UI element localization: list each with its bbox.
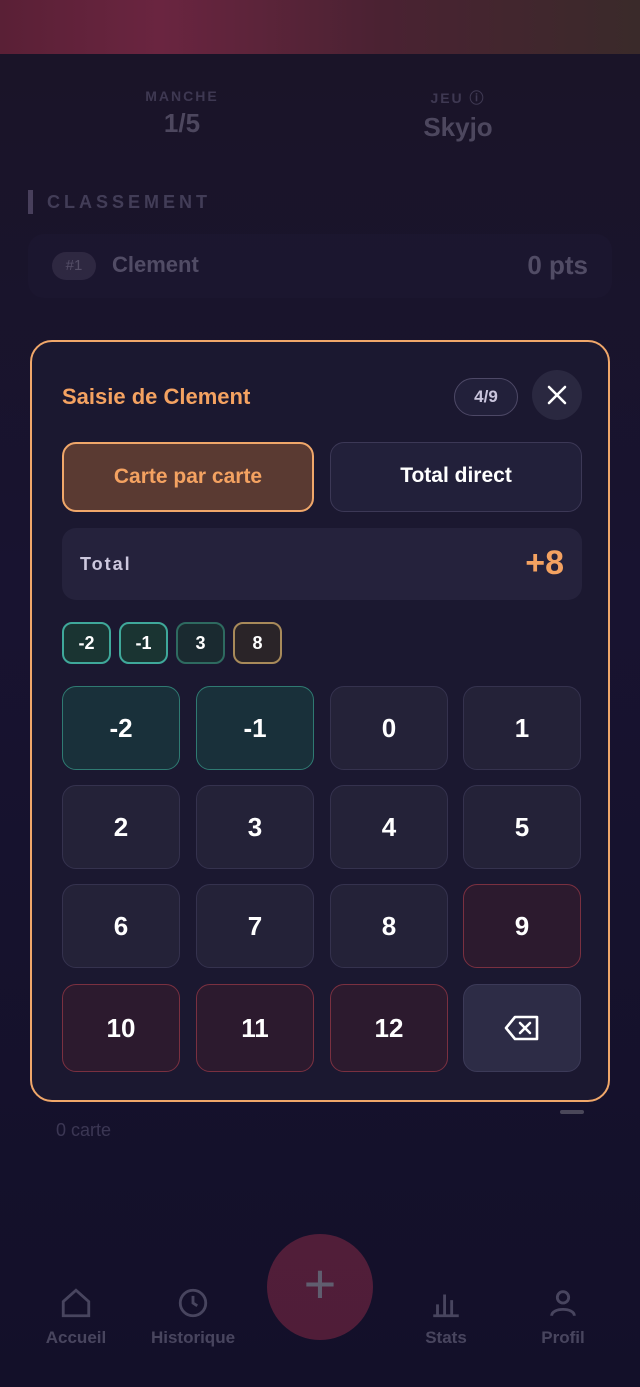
nav-label: Historique	[150, 1328, 236, 1347]
round-info: MANCHE 1/5 JEU ⓘ Skyjo	[28, 72, 612, 160]
nav-item-home[interactable]: Accueil	[21, 1286, 131, 1348]
round-stat: MANCHE 1/5	[82, 72, 282, 139]
close-icon	[547, 385, 567, 405]
round-label: MANCHE	[145, 88, 219, 104]
key-2[interactable]: 2	[62, 785, 180, 869]
backspace-button[interactable]	[463, 984, 581, 1072]
home-icon	[61, 1288, 91, 1318]
key-3[interactable]: 3	[196, 785, 314, 869]
nav-label: Accueil	[45, 1328, 107, 1347]
key-5[interactable]: 5	[463, 785, 581, 869]
key-minus-1[interactable]: -1	[196, 686, 314, 770]
nav-label: Stats	[425, 1328, 467, 1347]
card-count: 0 carte	[56, 1120, 112, 1140]
card-chip[interactable]: 3	[176, 622, 225, 664]
key-6[interactable]: 6	[62, 884, 180, 968]
ranking-row[interactable]: #1 Clement 0 pts	[28, 234, 612, 298]
chart-icon	[433, 1294, 459, 1318]
close-button[interactable]	[532, 370, 582, 420]
key-4[interactable]: 4	[330, 785, 448, 869]
top-gradient-band	[0, 0, 640, 54]
player-name: Clement	[112, 252, 199, 277]
score-entry-modal: Saisie de Clement 4/9 Carte par carte To…	[30, 340, 610, 1102]
entered-cards: -2 -1 3 8	[62, 622, 282, 664]
card-counter-badge: 4/9	[454, 378, 518, 416]
user-icon	[550, 1290, 576, 1317]
key-11[interactable]: 11	[196, 984, 314, 1072]
add-button[interactable]: +	[267, 1234, 373, 1340]
key-7[interactable]: 7	[196, 884, 314, 968]
history-icon	[178, 1288, 208, 1318]
key-minus-2[interactable]: -2	[62, 686, 180, 770]
minus-icon[interactable]	[560, 1110, 584, 1114]
modal-title: Saisie de Clement	[62, 384, 251, 409]
nav-item-stats[interactable]: Stats	[391, 1286, 501, 1348]
card-chip[interactable]: -2	[62, 622, 111, 664]
total-display: Total +8	[62, 528, 582, 600]
key-10[interactable]: 10	[62, 984, 180, 1072]
ranking-title: CLASSEMENT	[28, 190, 211, 214]
tab-card-by-card[interactable]: Carte par carte	[62, 442, 314, 512]
backspace-icon	[504, 1015, 539, 1041]
nav-item-profile[interactable]: Profil	[508, 1286, 618, 1348]
key-0[interactable]: 0	[330, 686, 448, 770]
total-value: +8	[525, 544, 564, 582]
key-8[interactable]: 8	[330, 884, 448, 968]
bottom-nav: Accueil Historique + Stats Profil	[0, 1230, 640, 1387]
card-chip[interactable]: 8	[233, 622, 282, 664]
nav-label: Profil	[541, 1328, 585, 1347]
nav-item-history[interactable]: Historique	[138, 1286, 248, 1348]
player-points: 0 pts	[527, 250, 588, 280]
card-chip[interactable]: -1	[119, 622, 168, 664]
key-9[interactable]: 9	[463, 884, 581, 968]
round-value: 1/5	[163, 108, 201, 138]
rank-badge: #1	[52, 252, 96, 280]
total-label: Total	[80, 554, 132, 574]
key-1[interactable]: 1	[463, 686, 581, 770]
game-stat: JEU ⓘ Skyjo	[358, 72, 558, 143]
game-label: JEU ⓘ	[430, 90, 486, 106]
tab-total-direct[interactable]: Total direct	[330, 442, 582, 512]
key-12[interactable]: 12	[330, 984, 448, 1072]
game-value: Skyjo	[423, 112, 493, 142]
